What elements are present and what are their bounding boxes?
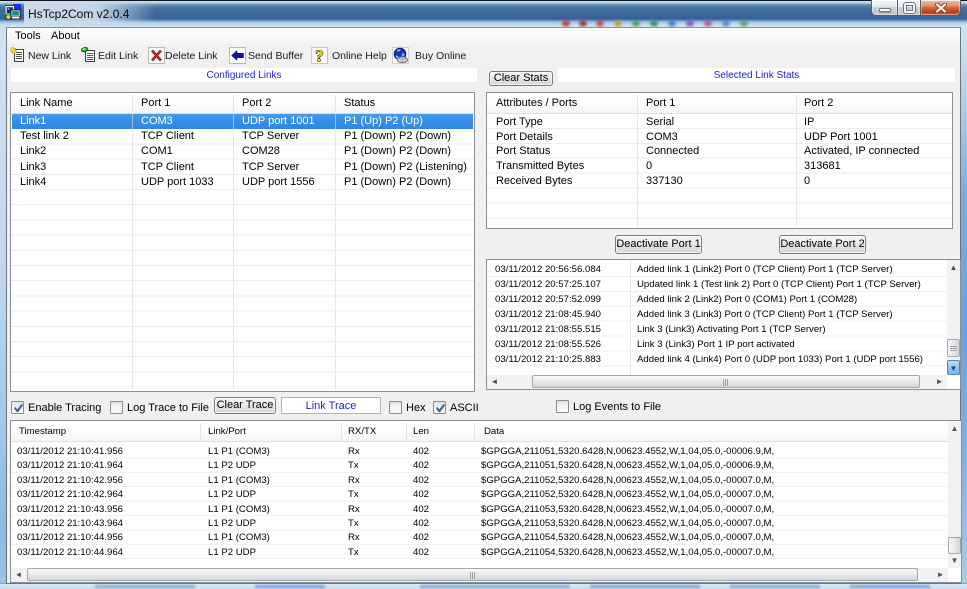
svg-text:?: ?: [315, 47, 324, 64]
